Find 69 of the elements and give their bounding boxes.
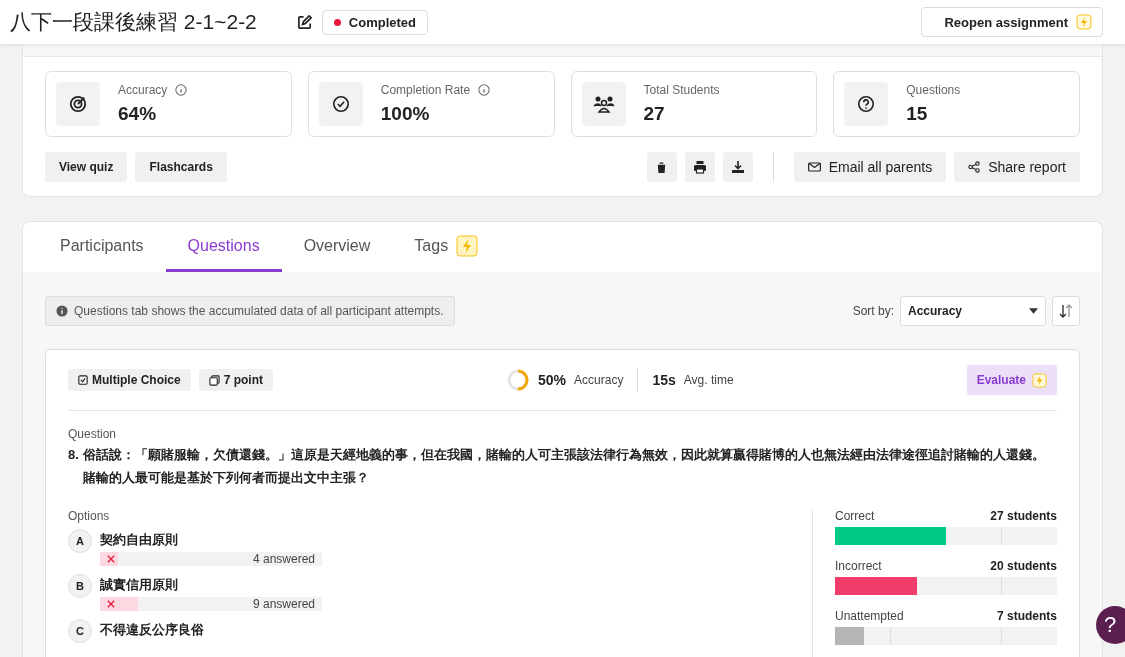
- tab[interactable]: Questions: [165, 222, 282, 272]
- stat-label: Questions: [906, 83, 961, 97]
- caret-icon: [1029, 308, 1038, 314]
- answered-count: 9 answered: [252, 597, 316, 611]
- edit-icon[interactable]: [296, 14, 312, 30]
- student-count: 20 students: [990, 559, 1057, 573]
- tab[interactable]: Participants: [38, 222, 166, 272]
- answered-count: 4 answered: [252, 552, 316, 566]
- option-letter: A: [68, 529, 92, 553]
- stat-value: 15: [906, 103, 929, 125]
- printer-icon: [692, 160, 707, 174]
- lightning-icon: [1032, 372, 1047, 388]
- lightning-icon: [1076, 14, 1092, 30]
- result-label: Incorrect: [835, 559, 882, 573]
- question-type-tag: Multiple Choice: [68, 369, 191, 391]
- stat-value: 27: [643, 103, 666, 125]
- tab[interactable]: Overview: [281, 222, 393, 272]
- question-heading: Question: [68, 427, 118, 441]
- stat-label: Accuracy: [118, 83, 168, 97]
- student-count: 27 students: [990, 509, 1057, 523]
- copy-icon: [208, 374, 220, 386]
- sort-dropdown[interactable]: Accuracy: [900, 296, 1046, 326]
- download-button[interactable]: [722, 152, 753, 182]
- sort-label: Sort by:: [852, 304, 894, 318]
- average-time-value: 15s: [652, 372, 676, 388]
- result-label: Correct: [835, 509, 875, 523]
- envelope-icon: [807, 162, 821, 172]
- stat-value: 100%: [380, 103, 431, 125]
- option-letter: B: [68, 574, 92, 598]
- target-icon: [69, 95, 87, 113]
- result-label: Unattempted: [835, 609, 904, 623]
- sort-order-button[interactable]: [1052, 296, 1080, 326]
- points-tag: 7 point: [198, 369, 273, 391]
- email-all-parents-button[interactable]: Email all parents: [793, 152, 947, 182]
- print-button[interactable]: [684, 152, 715, 182]
- share-icon: [968, 161, 981, 173]
- check-circle-icon: [331, 95, 350, 113]
- option-text: 誠實信用原則: [100, 576, 179, 594]
- stat-label: Total Students: [643, 83, 720, 97]
- info-icon: [56, 305, 68, 317]
- question-circle-icon: [857, 95, 876, 113]
- status-label: Completed: [348, 14, 416, 30]
- share-report-button[interactable]: Share report: [954, 152, 1080, 182]
- accuracy-value: 50%: [538, 372, 567, 388]
- question-number: 8.: [68, 446, 79, 464]
- average-time-label: Avg. time: [683, 373, 734, 387]
- stat-value: 64%: [118, 103, 158, 125]
- stat-label: Completion Rate: [380, 83, 471, 97]
- notice-text: Questions tab shows the accumulated data of all participant attempts.: [74, 304, 444, 318]
- action-button[interactable]: Flashcards: [135, 152, 227, 182]
- options-heading: Options: [68, 509, 111, 523]
- tab[interactable]: Tags: [392, 222, 501, 272]
- download-icon: [730, 160, 745, 174]
- evaluate-button[interactable]: Evaluate: [966, 365, 1057, 395]
- assignment-title: 八下一段課後練習 2-1~2-2: [10, 9, 257, 35]
- accuracy-label: Accuracy: [574, 373, 624, 387]
- delete-button[interactable]: [646, 152, 677, 182]
- info-icon[interactable]: [175, 84, 188, 96]
- sort-arrows-icon: [1058, 303, 1074, 319]
- reopen-assignment-button[interactable]: Reopen assignment: [921, 7, 1103, 37]
- option-letter: C: [68, 619, 92, 643]
- student-count: 7 students: [997, 609, 1057, 623]
- people-icon: [592, 95, 615, 113]
- option-text: 契約自由原則: [100, 531, 179, 549]
- checkbox-icon: [78, 375, 88, 385]
- question-text: 俗話說：「願賭服輸，欠債還錢。」這原是天經地義的事，但在我國，賭輸的人可主張該法律行為無效，因此就算贏得賭博的人也無法經由法律途徑追討賭輸的人還錢。賭輸的人最可能是基於下列何者而提出文中主張？: [82, 446, 1046, 487]
- info-icon[interactable]: [478, 84, 491, 96]
- action-button[interactable]: View quiz: [45, 152, 128, 182]
- option-text: 不得違反公序良俗: [100, 621, 204, 639]
